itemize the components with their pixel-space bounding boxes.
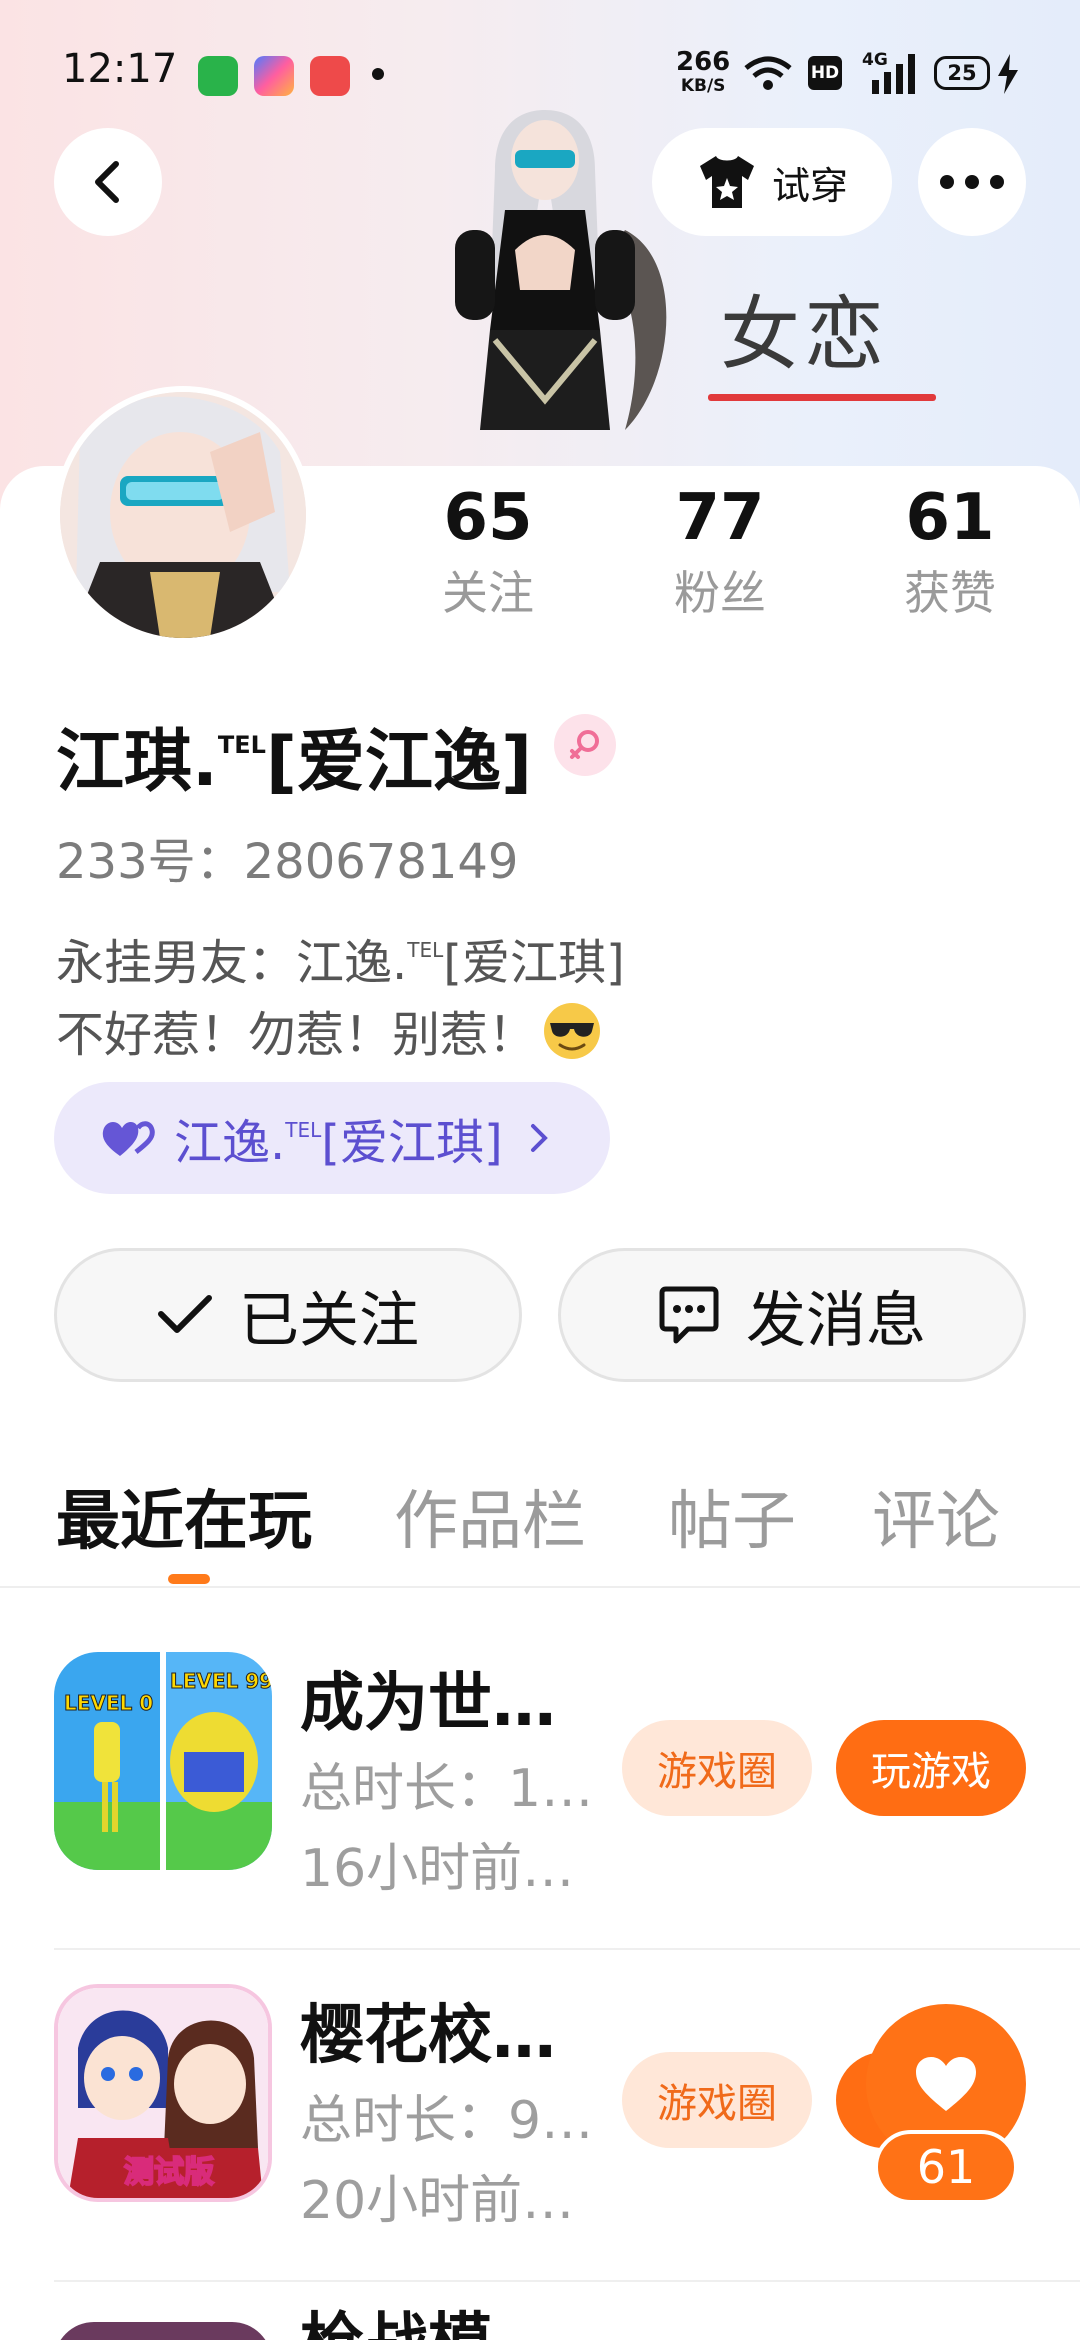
stat-following[interactable]: 65 关注 <box>408 478 568 628</box>
network-speed: 266 KB/S <box>676 47 731 96</box>
user-bio: 永挂男友：江逸.TEL[爱江琪] 不好惹！勿惹！别惹！ <box>56 914 625 1071</box>
svg-text:LEVEL 0: LEVEL 0 <box>64 1691 153 1715</box>
user-id: 233号：280678149 <box>56 834 519 890</box>
battery-indicator: 25 <box>934 56 990 90</box>
back-button[interactable] <box>54 128 162 236</box>
cellular-signal-icon: 4G <box>862 50 918 94</box>
chat-bubble-icon <box>659 1286 719 1344</box>
tab-posts[interactable]: 帖子 <box>668 1470 796 1562</box>
more-notifications-dot <box>372 68 384 80</box>
game-total-duration: 总时长：1… <box>300 1759 594 1819</box>
game-list-item-partial[interactable]: 枪战模 <box>0 2300 1080 2340</box>
send-message-label: 发消息 <box>746 1285 926 1356</box>
status-time: 12:17 <box>62 46 178 92</box>
likes-count: 61 <box>905 481 995 555</box>
relationship-tag-underline <box>708 394 936 401</box>
more-options-button[interactable] <box>918 128 1026 236</box>
followed-button[interactable]: 已关注 <box>54 1248 522 1382</box>
username: 江琪.TEL[爱江逸] <box>56 723 533 802</box>
checkmark-icon <box>158 1295 212 1333</box>
relationship-tag-title: 女恋 <box>720 288 888 381</box>
svg-text:测试版: 测试版 <box>124 2155 214 2190</box>
female-gender-icon <box>554 714 616 776</box>
notification-app-icon <box>254 56 294 96</box>
avatar[interactable] <box>54 386 312 644</box>
svg-text:LEVEL 999: LEVEL 999 <box>170 1669 272 1693</box>
active-tab-indicator <box>168 1574 210 1584</box>
send-message-button[interactable]: 发消息 <box>558 1248 1026 1382</box>
more-dots-icon <box>940 175 1004 189</box>
game-icon[interactable]: 测试版 <box>54 1984 272 2202</box>
followers-label: 粉丝 <box>674 566 766 620</box>
following-count: 65 <box>443 481 533 555</box>
followed-label: 已关注 <box>239 1285 419 1356</box>
charging-icon <box>998 54 1018 94</box>
notification-app-icon <box>198 56 238 96</box>
game-icon[interactable]: LEVEL 0 LEVEL 999 <box>54 1652 272 1870</box>
chevron-right-icon <box>530 1124 548 1152</box>
wifi-icon <box>744 56 792 90</box>
play-game-button[interactable]: 玩游戏 <box>836 1720 1026 1816</box>
game-total-duration: 总时长：9… <box>300 2091 594 2151</box>
try-on-button[interactable]: 试穿 <box>652 128 892 236</box>
heart-pair-icon <box>102 1121 155 1156</box>
game-last-played: 20小时前… <box>300 2171 575 2231</box>
game-title: 樱花校… <box>300 1999 556 2073</box>
bio-line-1: 永挂男友：江逸.TEL[爱江琪] <box>56 935 625 991</box>
avatar-image <box>60 392 306 638</box>
likes-label: 获赞 <box>904 566 996 620</box>
music-app-icon <box>310 56 350 96</box>
couple-profile-link[interactable]: 江逸.TEL[爱江琪] <box>54 1082 610 1194</box>
tabs-divider <box>0 1586 1080 1588</box>
tshirt-icon <box>699 156 754 208</box>
game-title: 枪战模 <box>300 2312 492 2340</box>
bio-line-2: 不好惹！勿惹！别惹！ <box>56 999 625 1071</box>
hd-icon: HD <box>808 56 842 90</box>
game-title: 成为世… <box>300 1667 556 1741</box>
couple-name: 江逸.TEL[爱江琪] <box>174 1115 503 1171</box>
avatar-3d-character <box>455 110 667 430</box>
tab-works[interactable]: 作品栏 <box>394 1470 586 1562</box>
tab-recently-played[interactable]: 最近在玩 <box>56 1470 312 1562</box>
sunglasses-emoji-icon <box>544 1003 601 1059</box>
game-circle-button[interactable]: 游戏圈 <box>622 2052 812 2148</box>
try-on-label: 试穿 <box>771 163 848 208</box>
stat-likes[interactable]: 61 获赞 <box>870 478 1030 628</box>
heart-icon <box>916 2057 976 2111</box>
floating-like-button[interactable]: 61 <box>866 2004 1026 2204</box>
row-divider <box>54 1948 1080 1950</box>
game-circle-button[interactable]: 游戏圈 <box>622 1720 812 1816</box>
row-divider <box>54 2280 1080 2282</box>
game-last-played: 16小时前… <box>300 1839 575 1899</box>
stat-followers[interactable]: 77 粉丝 <box>640 478 800 628</box>
chevron-left-icon <box>95 161 119 203</box>
tab-comments[interactable]: 评论 <box>872 1470 1000 1562</box>
following-label: 关注 <box>442 566 534 620</box>
game-list-item[interactable]: LEVEL 0 LEVEL 999 成为世… 总时长：1… 16小时前… 游戏圈… <box>0 1620 1080 1950</box>
game-icon <box>54 2322 272 2340</box>
like-count: 61 <box>874 2130 1018 2204</box>
status-bar: 12:17 266 KB/S HD 4G 25 <box>0 0 1080 150</box>
followers-count: 77 <box>675 481 765 555</box>
